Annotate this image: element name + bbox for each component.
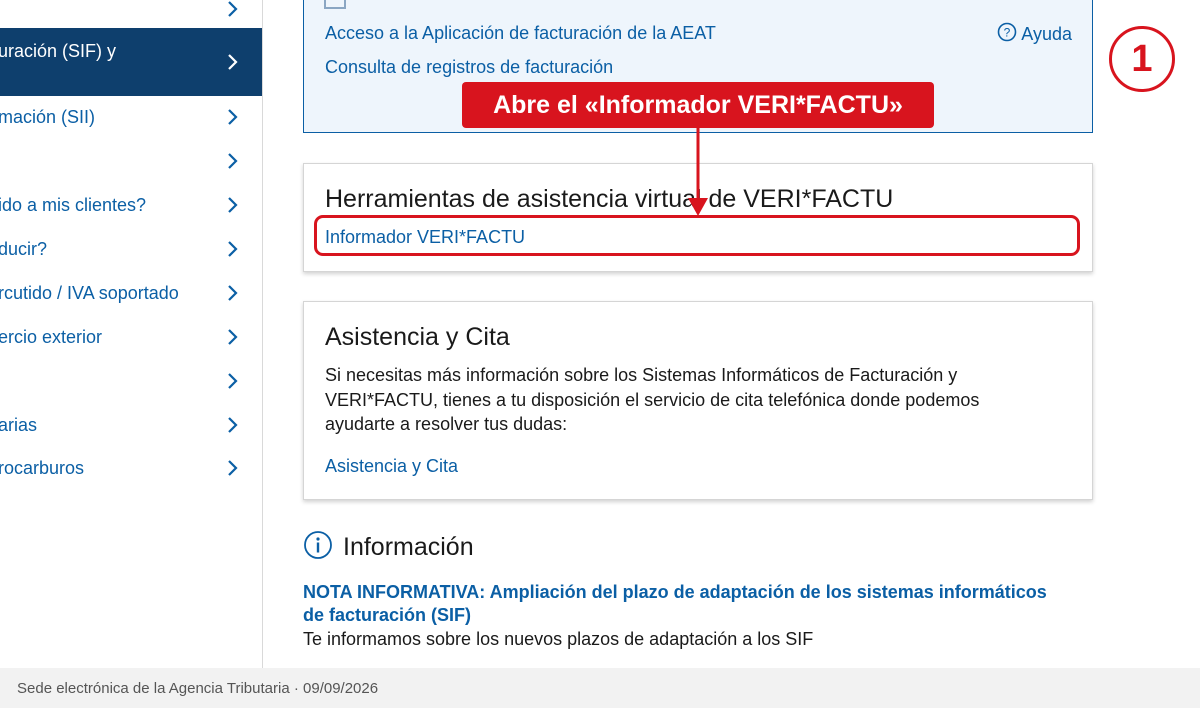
chevron-right-icon: [222, 239, 242, 259]
veri-factu-informer-link[interactable]: Informador VERI*FACTU: [325, 227, 525, 248]
info-circle-icon: [303, 530, 333, 565]
chevron-right-icon: [222, 52, 242, 72]
chevron-right-icon: [222, 415, 242, 435]
sidebar-item-label: ido a mis clientes?: [0, 194, 147, 215]
footer-text: Sede electrónica de la Agencia Tributari…: [17, 679, 379, 697]
sidebar-item-label: ercio exterior: [0, 326, 103, 347]
card-title: Herramientas de asistencia virtual de VE…: [325, 185, 894, 213]
chevron-right-icon: [222, 371, 242, 391]
svg-text:?: ?: [1004, 26, 1011, 40]
information-header: Información: [303, 530, 474, 565]
sidebar-item-label: rocarburos: [0, 457, 85, 478]
sidebar-item-label: rcutido / IVA soportado: [0, 282, 179, 303]
sidebar-item-label: uración (SIF) y: [0, 41, 117, 61]
sidebar-item-sif[interactable]: uración (SIF) y: [0, 28, 262, 96]
chevron-right-icon: [222, 107, 242, 127]
chevron-right-icon: [222, 327, 242, 347]
chevron-right-icon: [222, 283, 242, 303]
sidebar-item[interactable]: [0, 359, 262, 403]
sidebar-nav: uración (SIF) y mación (SII) ido a mis c…: [0, 0, 263, 668]
section-icon: [324, 0, 346, 9]
sidebar-item-label: arias: [0, 414, 38, 435]
card-description: Si necesitas más información sobre los S…: [325, 365, 980, 434]
annotation-arrow: [688, 128, 708, 216]
card-title: Asistencia y Cita: [325, 323, 510, 351]
sidebar-item-label: ducir?: [0, 238, 48, 259]
chevron-right-icon: [222, 0, 242, 19]
sidebar-item[interactable]: [0, 139, 262, 183]
sidebar-item-hidrocarburos[interactable]: rocarburos: [0, 446, 262, 490]
assistance-appointment-link[interactable]: Asistencia y Cita: [325, 456, 458, 477]
assistance-appointment-card: Asistencia y Cita Si necesitas más infor…: [303, 301, 1093, 500]
information-title: Información: [343, 533, 474, 561]
chevron-right-icon: [222, 151, 242, 171]
sidebar-item-arias[interactable]: arias: [0, 403, 262, 447]
sidebar-item-iva[interactable]: rcutido / IVA soportado: [0, 271, 262, 315]
news-note-link[interactable]: NOTA INFORMATIVA: Ampliación del plazo d…: [303, 581, 1063, 627]
billing-records-query-link[interactable]: Consulta de registros de facturación: [325, 57, 613, 78]
chevron-right-icon: [222, 195, 242, 215]
sidebar-item-label: mación (SII): [0, 106, 96, 127]
sidebar-item-sii[interactable]: mación (SII): [0, 95, 262, 139]
chevron-right-icon: [222, 458, 242, 478]
question-circle-icon: ?: [997, 22, 1017, 47]
sidebar-item-comercio[interactable]: ercio exterior: [0, 315, 262, 359]
sidebar-item-clientes[interactable]: ido a mis clientes?: [0, 183, 262, 227]
footer: Sede electrónica de la Agencia Tributari…: [0, 668, 1200, 708]
step-number-badge: 1: [1109, 26, 1175, 92]
sidebar-item-deducir[interactable]: ducir?: [0, 227, 262, 271]
sidebar-item[interactable]: [0, 0, 262, 30]
news-note-description: Te informamos sobre los nuevos plazos de…: [303, 629, 814, 649]
aeat-billing-app-link[interactable]: Acceso a la Aplicación de facturación de…: [325, 23, 716, 44]
annotation-label: Abre el «Informador VERI*FACTU»: [462, 82, 934, 128]
help-link[interactable]: ? Ayuda: [997, 22, 1072, 47]
help-label: Ayuda: [1021, 24, 1072, 44]
